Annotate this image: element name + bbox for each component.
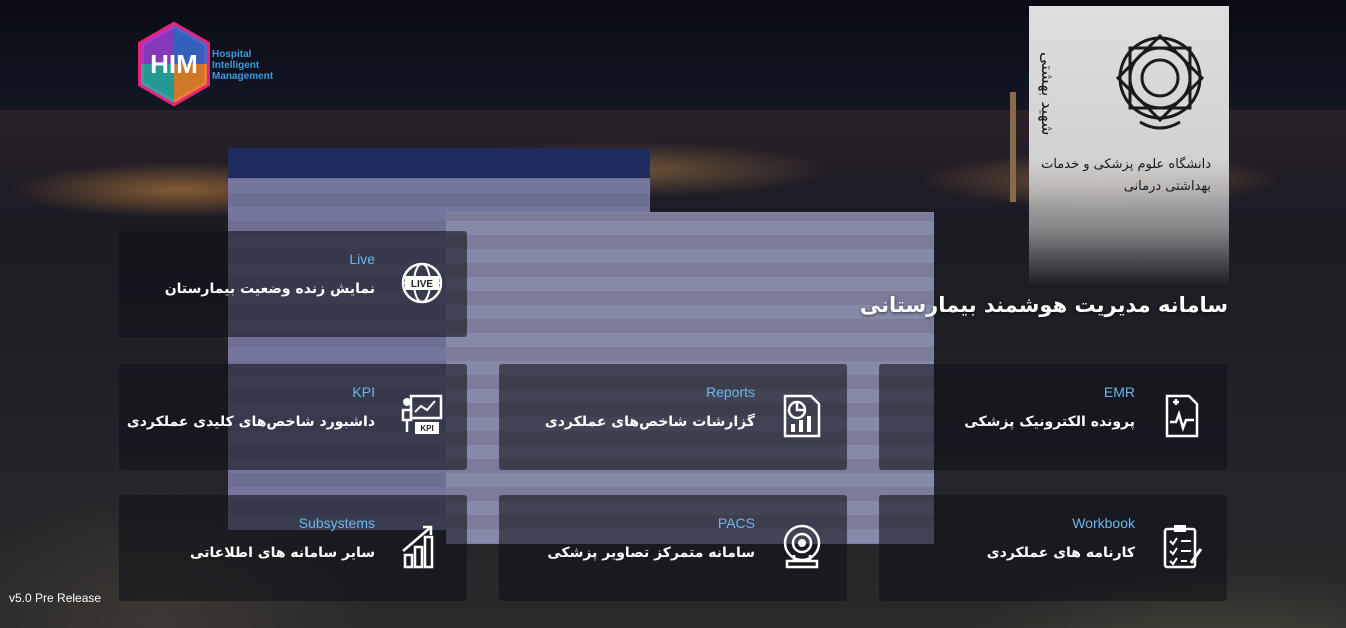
- tile-workbook-en: Workbook: [1072, 515, 1135, 531]
- tile-emr-en: EMR: [1103, 384, 1135, 400]
- him-logo-text: Hospital Intelligent Management: [212, 49, 274, 82]
- him-hexagon-icon: HIM: [137, 21, 211, 111]
- tile-pacs-fa: سامانه متمرکز تصاویر پزشکی: [547, 545, 755, 561]
- tile-live-en: Live: [349, 251, 375, 267]
- tile-reports-fa: گزارشات شاخص‌های عملکردی: [544, 414, 755, 430]
- tile-subsystems[interactable]: Subsystems سایر سامانه های اطلاعاتی: [119, 495, 467, 601]
- tile-kpi[interactable]: KPI داشبورد شاخص‌های کلیدی عملکردی KPI: [119, 364, 467, 470]
- tile-pacs[interactable]: PACS سامانه متمرکز تصاویر پزشکی: [499, 495, 847, 601]
- tile-kpi-fa: داشبورد شاخص‌های کلیدی عملکردی: [126, 414, 375, 430]
- medical-record-icon: [1161, 392, 1203, 440]
- tile-emr[interactable]: EMR پرونده الکترونیک پزشکی: [879, 364, 1227, 470]
- app-title: سامانه مدیریت هوشمند بیمارستانی: [859, 293, 1228, 317]
- tile-kpi-en: KPI: [352, 384, 375, 400]
- version-label: v5.0 Pre Release: [9, 591, 102, 605]
- checklist-icon: [1161, 523, 1203, 571]
- tile-live[interactable]: Live نمایش زنده وضعیت بیمارستان LIVE: [119, 231, 467, 337]
- kpi-board-icon: KPI: [401, 392, 443, 440]
- tile-emr-fa: پرونده الکترونیک پزشکی: [964, 414, 1135, 430]
- tile-workbook-fa: کارنامه های عملکردی: [986, 545, 1135, 561]
- mri-scanner-icon: [781, 523, 823, 571]
- tile-workbook[interactable]: Workbook کارنامه های عملکردی: [879, 495, 1227, 601]
- tile-reports[interactable]: Reports گزارشات شاخص‌های عملکردی: [499, 364, 847, 470]
- growth-bars-icon: [401, 523, 443, 571]
- svg-text:KPI: KPI: [420, 424, 433, 433]
- tower-silhouette: [1010, 92, 1016, 202]
- university-name: شهید بهشتی دانشگاه علوم پزشکی و خدمات به…: [1038, 52, 1211, 194]
- report-chart-icon: [781, 392, 823, 440]
- tile-pacs-en: PACS: [717, 515, 755, 531]
- tile-reports-en: Reports: [705, 384, 755, 400]
- tile-subsystems-fa: سایر سامانه های اطلاعاتی: [190, 545, 375, 561]
- svg-text:LIVE: LIVE: [411, 279, 434, 290]
- tile-subsystems-en: Subsystems: [298, 515, 375, 531]
- live-globe-icon: LIVE: [401, 259, 443, 307]
- tile-live-fa: نمایش زنده وضعیت بیمارستان: [164, 281, 375, 297]
- him-letters: HIM: [150, 49, 198, 79]
- him-logo: HIM Hospital Intelligent Management: [134, 17, 298, 117]
